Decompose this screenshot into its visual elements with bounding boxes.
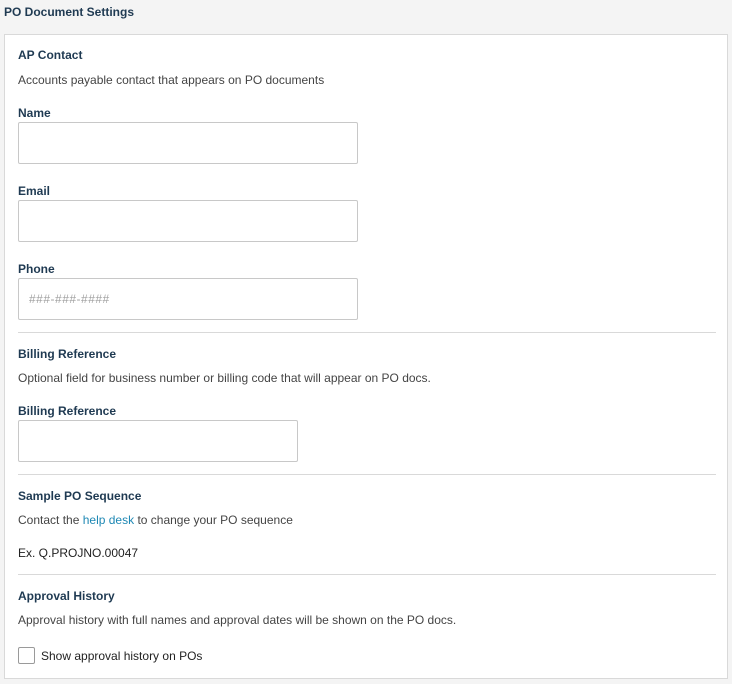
billing-reference-title: Billing Reference: [18, 347, 117, 361]
approval-history-description: Approval history with full names and app…: [18, 613, 457, 627]
approval-history-checkbox-row[interactable]: Show approval history on POs: [18, 647, 202, 664]
approval-history-checkbox[interactable]: [18, 647, 35, 664]
approval-history-checkbox-label[interactable]: Show approval history on POs: [41, 649, 202, 663]
divider: [18, 474, 716, 475]
page: PO Document Settings AP Contact Accounts…: [0, 0, 732, 684]
billing-reference-input[interactable]: [18, 420, 298, 462]
page-title: PO Document Settings: [4, 5, 135, 19]
divider: [18, 332, 716, 333]
po-sequence-title: Sample PO Sequence: [18, 489, 142, 503]
settings-panel: AP Contact Accounts payable contact that…: [4, 34, 728, 679]
billing-reference-label: Billing Reference: [18, 404, 117, 418]
po-sequence-description: Contact the help desk to change your PO …: [18, 513, 293, 527]
help-desk-link[interactable]: help desk: [83, 513, 134, 527]
po-sequence-desc-suffix: to change your PO sequence: [137, 513, 293, 527]
name-label: Name: [18, 106, 51, 120]
ap-contact-title: AP Contact: [18, 48, 83, 62]
name-input[interactable]: [18, 122, 358, 164]
po-sequence-desc-prefix: Contact the: [18, 513, 80, 527]
ap-contact-description: Accounts payable contact that appears on…: [18, 73, 325, 87]
phone-input[interactable]: [18, 278, 358, 320]
email-input[interactable]: [18, 200, 358, 242]
po-sequence-example: Ex. Q.PROJNO.00047: [18, 546, 139, 560]
approval-history-title: Approval History: [18, 589, 115, 603]
billing-reference-description: Optional field for business number or bi…: [18, 371, 431, 385]
email-label: Email: [18, 184, 51, 198]
divider: [18, 574, 716, 575]
phone-label: Phone: [18, 262, 55, 276]
